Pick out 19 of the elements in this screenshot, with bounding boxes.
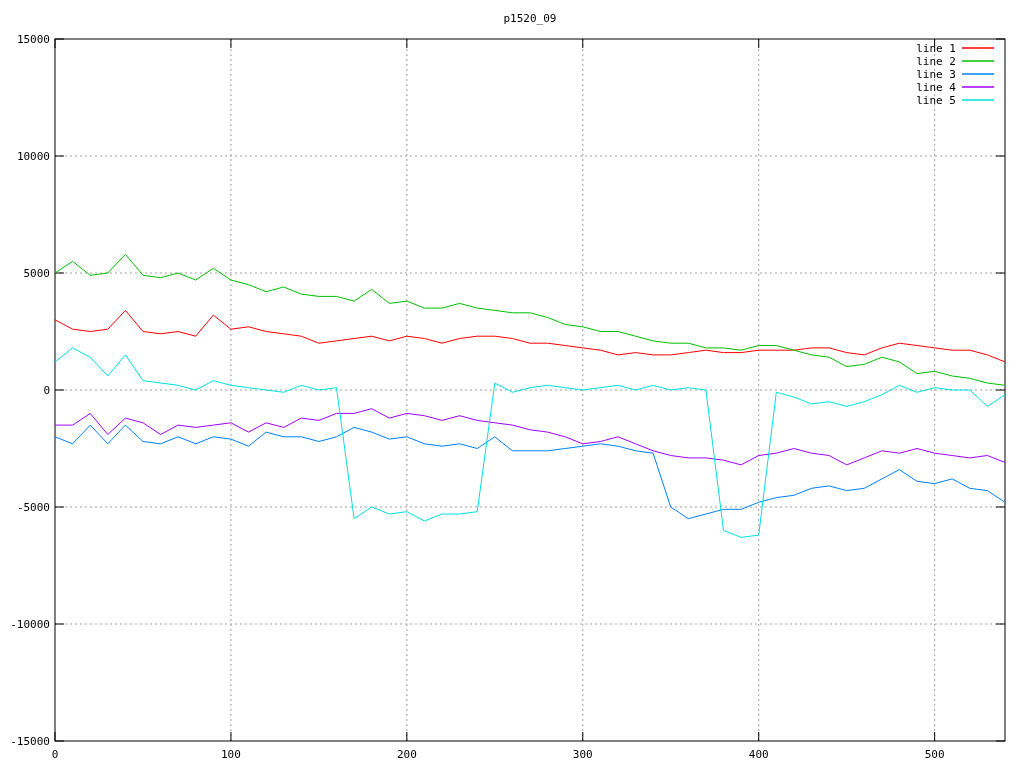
x-tick-label: 300 — [572, 748, 593, 761]
y-tick-label: 10000 — [16, 150, 50, 163]
legend-label: line 3 — [916, 68, 956, 81]
x-tick-label: 0 — [51, 748, 59, 761]
x-tick-label: 500 — [924, 748, 945, 761]
legend-label: line 5 — [916, 94, 956, 107]
y-tick-label: 15000 — [16, 33, 50, 46]
legend-label: line 4 — [916, 81, 956, 94]
y-tick-label: 0 — [43, 384, 50, 397]
y-tick-label: -10000 — [10, 618, 50, 631]
legend-label: line 1 — [916, 42, 956, 55]
y-tick-label: -15000 — [10, 735, 50, 748]
x-tick-label: 400 — [748, 748, 769, 761]
x-tick-label: 200 — [396, 748, 417, 761]
y-tick-label: 5000 — [23, 267, 50, 280]
x-tick-label: 100 — [221, 748, 241, 761]
legend-label: line 2 — [916, 55, 956, 68]
chart-title: p1520_09 — [503, 12, 557, 25]
y-tick-label: -5000 — [16, 501, 50, 514]
